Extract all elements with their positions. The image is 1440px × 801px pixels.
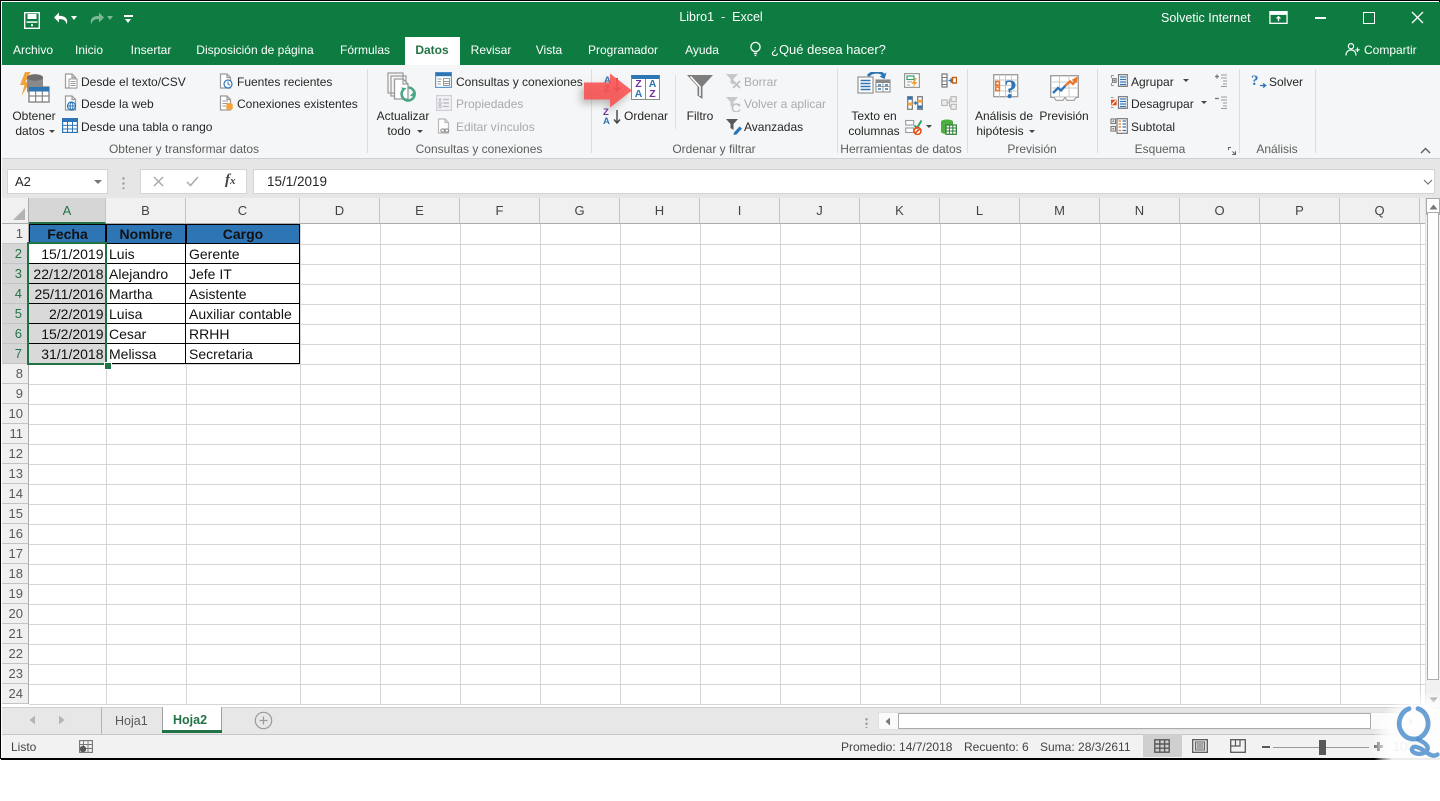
svg-text:?: ?	[1251, 73, 1259, 89]
svg-text:?: ?	[1004, 75, 1017, 104]
